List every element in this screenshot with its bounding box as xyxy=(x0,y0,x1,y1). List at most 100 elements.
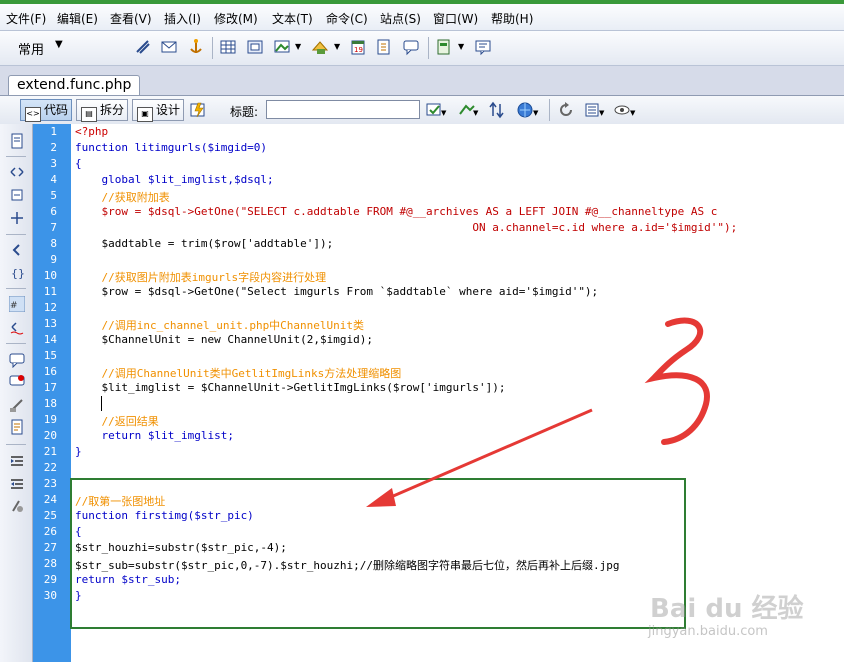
preview-browser-icon[interactable]: ▼ xyxy=(517,101,539,119)
outdent-icon[interactable] xyxy=(9,476,25,492)
line-numbers-icon[interactable]: # xyxy=(9,296,25,312)
toolbar-category[interactable]: 常用 xyxy=(18,39,44,58)
line-number: 11 xyxy=(43,285,57,298)
live-view-icon[interactable] xyxy=(189,101,207,119)
document-tab-label: extend.func.php xyxy=(17,77,132,93)
code-line[interactable]: //调用inc_channel_unit.php中ChannelUnit类 xyxy=(75,317,364,333)
svg-text:▼: ▼ xyxy=(533,109,539,117)
svg-text:{}: {} xyxy=(11,267,25,280)
menu-window[interactable]: 窗口(W) xyxy=(433,10,478,27)
chevron-down-icon[interactable]: ▼ xyxy=(295,42,301,51)
code-view-button[interactable]: <> 代码 xyxy=(20,99,72,122)
recent-snippets-icon[interactable] xyxy=(9,419,25,435)
line-number: 14 xyxy=(43,333,57,346)
code-line[interactable]: global $lit_imglist,$dsql; xyxy=(75,173,273,186)
code-line[interactable]: { xyxy=(75,157,82,170)
line-number: 10 xyxy=(43,269,57,282)
design-view-button[interactable]: ▣ 设计 xyxy=(132,99,184,122)
line-number: 5 xyxy=(50,189,57,202)
title-input[interactable] xyxy=(266,100,420,119)
chevron-down-icon[interactable]: ▼ xyxy=(55,39,63,50)
code-line[interactable]: $lit_imglist = $ChannelUnit->GetlitImgLi… xyxy=(75,381,505,394)
code-line[interactable]: $row = $dsql->GetOne("Select imgurls Fro… xyxy=(75,285,598,298)
menu-file[interactable]: 文件(F) xyxy=(6,10,46,27)
code-line[interactable]: <?php xyxy=(75,125,108,138)
line-number: 8 xyxy=(50,237,57,250)
view-options-icon[interactable]: ▼ xyxy=(584,101,606,119)
select-parent-tag-icon[interactable] xyxy=(9,242,25,258)
comment-icon[interactable] xyxy=(402,38,420,56)
chevron-down-icon[interactable]: ▼ xyxy=(458,42,464,51)
toolbar-separator xyxy=(6,444,26,445)
wrap-tag-icon[interactable] xyxy=(9,397,25,413)
open-documents-icon[interactable] xyxy=(9,133,25,149)
indent-icon[interactable] xyxy=(9,453,25,469)
visual-aids-icon[interactable]: ▼ xyxy=(613,101,637,119)
split-view-icon: ▤ xyxy=(81,107,97,122)
menu-insert[interactable]: 插入(I) xyxy=(164,10,201,27)
collapse-tag-icon[interactable] xyxy=(9,164,25,180)
menu-command[interactable]: 命令(C) xyxy=(326,10,368,27)
balance-braces-icon[interactable]: {} xyxy=(9,265,25,281)
named-anchor-icon[interactable] xyxy=(187,38,205,56)
menu-site[interactable]: 站点(S) xyxy=(380,10,421,27)
collapse-selection-icon[interactable] xyxy=(9,187,25,203)
code-line[interactable]: //获取附加表 xyxy=(75,189,169,205)
code-line[interactable]: //获取图片附加表imgurls字段内容进行处理 xyxy=(75,269,326,285)
code-line[interactable]: function litimgurls($imgid=0) xyxy=(75,141,267,154)
code-line[interactable]: //调用ChannelUnit类中GetlitImgLinks方法处理缩略图 xyxy=(75,365,401,381)
highlight-box xyxy=(70,478,686,629)
code-line[interactable]: $ChannelUnit = new ChannelUnit(2,$imgid)… xyxy=(75,333,373,346)
line-number: 7 xyxy=(50,221,57,234)
server-include-icon[interactable] xyxy=(375,38,393,56)
toolbar-separator xyxy=(6,343,26,344)
line-number: 4 xyxy=(50,173,57,186)
design-view-icon: ▣ xyxy=(137,107,153,122)
media-icon[interactable] xyxy=(311,38,329,56)
format-source-icon[interactable] xyxy=(9,498,25,514)
chevron-down-icon[interactable]: ▼ xyxy=(334,42,340,51)
tag-chooser-icon[interactable] xyxy=(474,38,492,56)
line-number: 16 xyxy=(43,365,57,378)
code-line[interactable]: ON a.channel=c.id where a.id='$imgid'"); xyxy=(75,221,737,234)
menu-text[interactable]: 文本(T) xyxy=(272,10,313,27)
refresh-icon[interactable] xyxy=(557,101,575,119)
line-number: 2 xyxy=(50,141,57,154)
split-view-button[interactable]: ▤ 拆分 xyxy=(76,99,128,122)
line-number: 21 xyxy=(43,445,57,458)
email-link-icon[interactable] xyxy=(160,38,178,56)
document-tab[interactable]: extend.func.php xyxy=(8,75,140,96)
menu-modify[interactable]: 修改(M) xyxy=(214,10,258,27)
coding-toolbar: {} # xyxy=(0,124,33,662)
transfer-icon[interactable] xyxy=(488,101,510,119)
toolbar-separator xyxy=(6,234,26,235)
code-line[interactable]: $addtable = trim($row['addtable']); xyxy=(75,237,333,250)
expand-all-icon[interactable] xyxy=(9,210,25,226)
code-line[interactable]: } xyxy=(75,445,82,458)
code-view-icon: <> xyxy=(25,107,41,122)
table-icon[interactable] xyxy=(219,38,237,56)
hyperlink-icon[interactable] xyxy=(134,38,152,56)
highlight-invalid-code-icon[interactable] xyxy=(9,319,25,335)
validate-icon[interactable]: ▼ xyxy=(426,101,448,119)
watermark-url: jingyan.baidu.com xyxy=(648,624,768,639)
image-icon[interactable] xyxy=(273,38,291,56)
code-line[interactable]: //返回结果 xyxy=(75,413,158,429)
line-number: 22 xyxy=(43,461,57,474)
file-management-icon[interactable]: ▼ xyxy=(458,101,480,119)
code-line[interactable]: $row = $dsql->GetOne("SELECT c.addtable … xyxy=(75,205,717,218)
menu-view[interactable]: 查看(V) xyxy=(110,10,152,27)
menu-help[interactable]: 帮助(H) xyxy=(491,10,533,27)
line-number: 12 xyxy=(43,301,57,314)
document-toolbar: <> 代码 ▤ 拆分 ▣ 设计 标题: ▼ ▼ ▼ ▼ ▼ xyxy=(0,95,844,125)
code-line[interactable]: return $lit_imglist; xyxy=(75,429,233,442)
div-icon[interactable] xyxy=(246,38,264,56)
date-icon[interactable]: 19 xyxy=(349,38,367,56)
toolbar-separator xyxy=(212,37,213,59)
menu-bar: 文件(F) 编辑(E) 查看(V) 插入(I) 修改(M) 文本(T) 命令(C… xyxy=(0,0,844,31)
apply-comment-icon[interactable] xyxy=(9,352,25,368)
line-number: 13 xyxy=(43,317,57,330)
remove-comment-icon[interactable] xyxy=(9,374,25,390)
menu-edit[interactable]: 编辑(E) xyxy=(57,10,98,27)
template-icon[interactable] xyxy=(435,38,453,56)
